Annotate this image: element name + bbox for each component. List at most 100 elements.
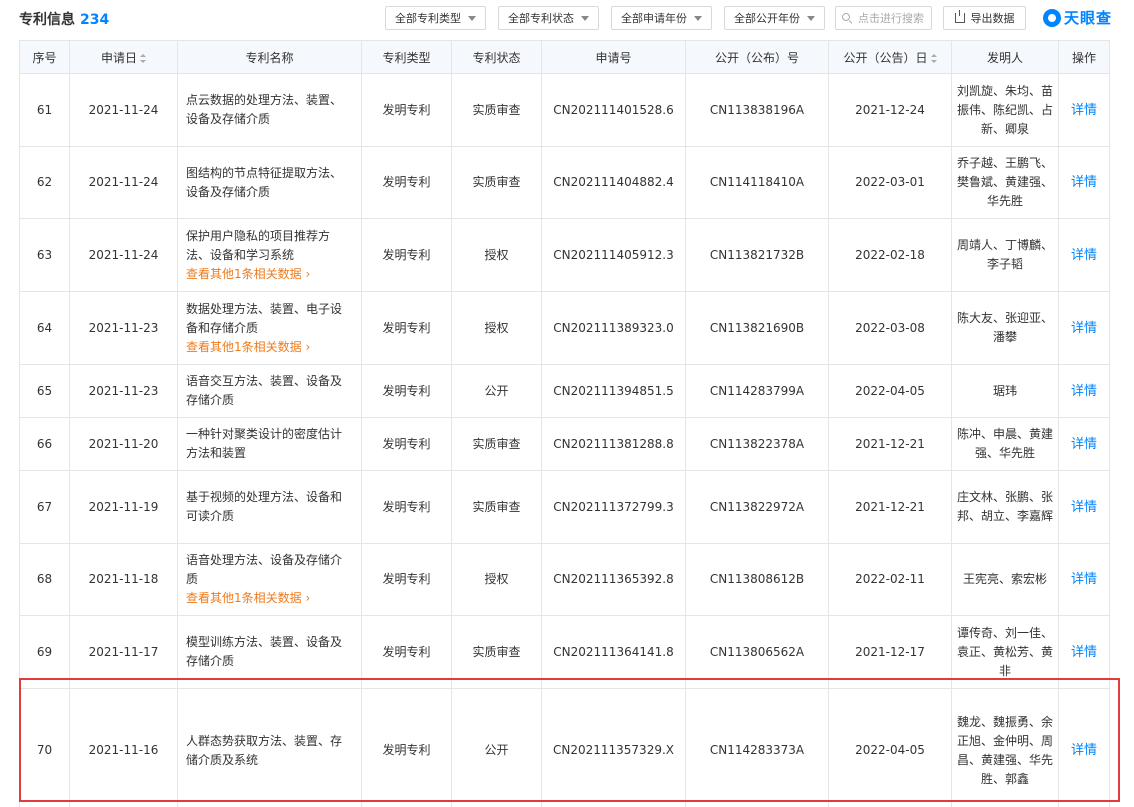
publication-date: 2022-02-18 [828,218,952,292]
application-number: CN202111405912.3 [541,218,686,292]
search-input[interactable]: 点击进行搜索 [835,6,932,30]
publication-number: CN113822378A [685,417,829,471]
detail-link[interactable]: 详情 [1071,437,1097,452]
col-header-publication-date-label: 公开（公告）日 [843,50,928,65]
patent-name-cell: 语音处理方法、设备及存储介质 查看其他1条相关数据 [177,543,362,616]
publication-number: CN114283373A [685,688,829,807]
filter-application-year[interactable]: 全部申请年份 [611,6,712,30]
application-date: 2021-11-23 [69,364,178,418]
row-number: 64 [19,291,70,365]
patent-name-cell: 语音交互方法、装置、设备及存储介质 [177,364,362,418]
detail-link[interactable]: 详情 [1071,743,1097,758]
col-header-application-date-label: 申请日 [100,50,137,65]
sort-icon[interactable] [930,53,937,63]
inventor-list: 周靖人、丁博麟、李子韬 [951,218,1059,292]
patent-count: 234 [80,12,110,28]
related-data-link[interactable]: 查看其他1条相关数据 [186,265,353,284]
patent-status: 授权 [451,543,542,616]
row-number: 65 [19,364,70,418]
detail-link[interactable]: 详情 [1071,500,1097,515]
tianyancha-logo: 天眼查 [1043,7,1112,28]
col-header-application-date[interactable]: 申请日 [69,40,178,74]
publication-date: 2021-12-24 [828,73,952,147]
detail-link[interactable]: 详情 [1071,384,1097,399]
publication-number: CN113806562A [685,615,829,689]
export-data-button[interactable]: 导出数据 [943,6,1026,30]
logo-text: 天眼查 [1064,9,1113,27]
detail-link[interactable]: 详情 [1071,572,1097,587]
download-icon [954,10,965,23]
table-row: 62 2021-11-24 图结构的节点特征提取方法、设备及存储介质 发明专利 实质审查… [19,146,1110,219]
row-number: 68 [19,543,70,616]
application-date: 2021-11-23 [69,291,178,365]
row-number: 69 [19,615,70,689]
col-header-action: 操作 [1058,40,1110,74]
application-date: 2021-11-24 [69,218,178,292]
table-header-row: 序号 申请日 专利名称 专利类型 专利状态 申请号 公开（公布）号 公开（公告）… [19,40,1110,74]
filter-patent-type[interactable]: 全部专利类型 [385,6,486,30]
filter-patent-type-label: 全部专利类型 [395,12,461,25]
patent-status: 公开 [451,364,542,418]
sort-icon[interactable] [140,53,146,63]
patent-type: 发明专利 [361,543,452,616]
publication-number: CN114118410A [685,146,829,219]
publication-number: CN113838196A [685,73,829,147]
row-number: 61 [19,73,70,147]
col-header-publication-date[interactable]: 公开（公告）日 [828,40,952,74]
related-data-link[interactable]: 查看其他1条相关数据 [186,589,353,608]
action-cell: 详情 [1058,218,1110,292]
patent-type: 发明专利 [361,291,452,365]
table-row: 64 2021-11-23 数据处理方法、装置、电子设备和存储介质 查看其他1条相关数… [19,291,1110,365]
patent-type: 发明专利 [361,688,452,807]
inventor-list: 陈大友、张迎亚、潘攀 [951,291,1059,365]
detail-link[interactable]: 详情 [1071,175,1097,190]
chevron-down-icon [468,15,476,21]
patent-status: 实质审查 [451,470,542,544]
patent-type: 发明专利 [361,218,452,292]
detail-link[interactable]: 详情 [1071,645,1097,660]
patent-type: 发明专利 [361,470,452,544]
action-cell: 详情 [1058,543,1110,616]
detail-link[interactable]: 详情 [1071,321,1097,336]
table-row: 70 2021-11-16 人群态势获取方法、装置、存储介质及系统 发明专利 公开 CN2… [19,688,1110,807]
detail-link[interactable]: 详情 [1071,103,1097,118]
patent-status: 实质审查 [451,615,542,689]
patent-table-body: 61 2021-11-24 点云数据的处理方法、装置、设备及存储介质 发明专利 实质审查… [19,73,1110,807]
patent-status: 实质审查 [451,73,542,147]
row-number: 63 [19,218,70,292]
toolbar: 专利信息 234 全部专利类型 全部专利状态 全部申请年份 全部公开年份 点击进行… [0,0,1134,36]
row-number: 70 [19,688,70,807]
action-cell: 详情 [1058,291,1110,365]
publication-date: 2022-03-01 [828,146,952,219]
publication-date: 2021-12-17 [828,615,952,689]
filter-publication-year[interactable]: 全部公开年份 [724,6,825,30]
filter-patent-status[interactable]: 全部专利状态 [498,6,599,30]
action-cell: 详情 [1058,470,1110,544]
inventor-list: 庄文林、张鹏、张邦、胡立、李嘉辉 [951,470,1059,544]
publication-number: CN113821732B [685,218,829,292]
export-data-label: 导出数据 [970,12,1015,25]
patent-table: 序号 申请日 专利名称 专利类型 专利状态 申请号 公开（公布）号 公开（公告）… [19,40,1110,807]
col-header-patent-name: 专利名称 [177,40,362,74]
patent-status: 公开 [451,688,542,807]
chevron-down-icon [581,15,589,21]
publication-number: CN114283799A [685,364,829,418]
patent-name-text: 模型训练方法、装置、设备及存储介质 [186,635,343,668]
application-number: CN202111389323.0 [541,291,686,365]
col-header-patent-status: 专利状态 [451,40,542,74]
patent-name-cell: 数据处理方法、装置、电子设备和存储介质 查看其他1条相关数据 [177,291,362,365]
application-number: CN202111364141.8 [541,615,686,689]
detail-link[interactable]: 详情 [1071,248,1097,263]
application-date: 2021-11-24 [69,146,178,219]
related-data-link[interactable]: 查看其他1条相关数据 [186,338,353,357]
publication-date: 2021-12-21 [828,417,952,471]
application-date: 2021-11-19 [69,470,178,544]
patent-name-cell: 模型训练方法、装置、设备及存储介质 [177,615,362,689]
patent-name-text: 图结构的节点特征提取方法、设备及存储介质 [186,165,343,199]
section-title: 专利信息 234 [19,9,109,29]
publication-date: 2022-03-08 [828,291,952,365]
col-header-no-label: 序号 [32,50,57,65]
action-cell: 详情 [1058,73,1110,147]
chevron-down-icon [807,15,815,21]
col-header-patent-type-label: 专利类型 [382,50,431,65]
